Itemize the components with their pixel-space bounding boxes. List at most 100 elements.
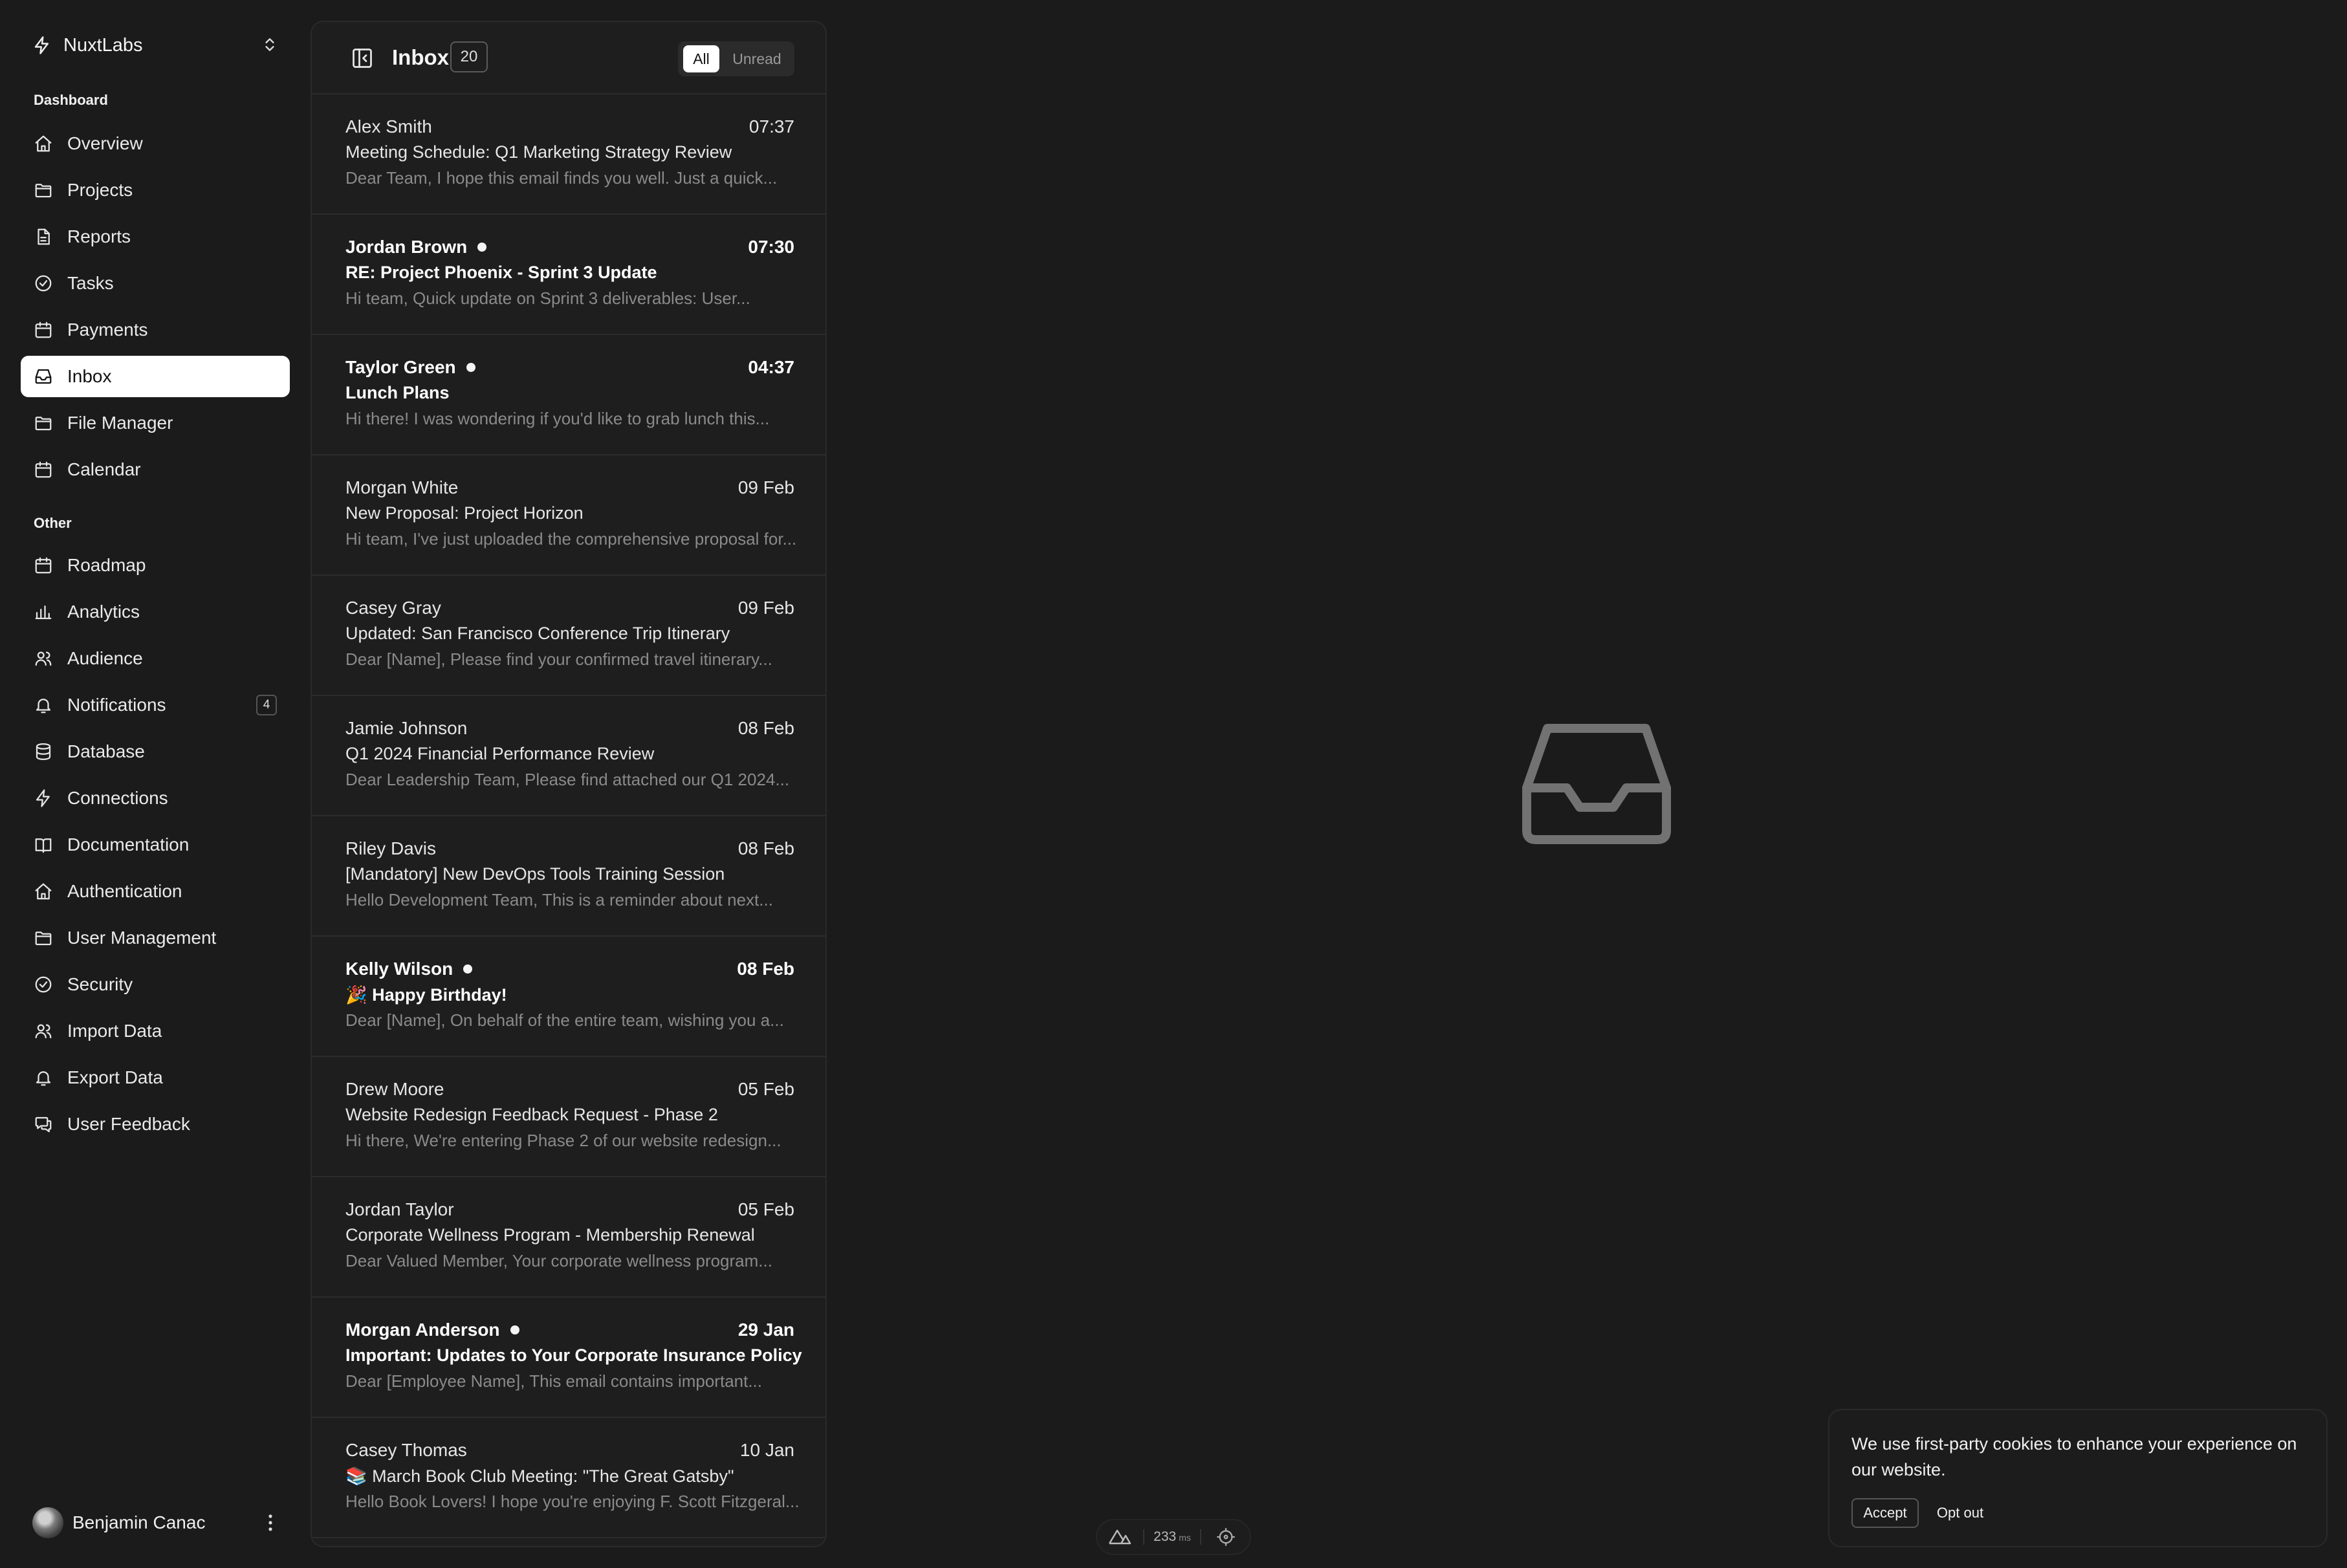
accept-button[interactable]: Accept (1851, 1498, 1919, 1528)
home-icon (35, 883, 52, 900)
render-time-unit: ms (1179, 1532, 1191, 1543)
sidebar-item-connections[interactable]: Connections (21, 778, 290, 819)
sidebar-item-analytics[interactable]: Analytics (21, 591, 290, 633)
user-menu-trigger[interactable]: Benjamin Canac (32, 1505, 278, 1541)
mail-subject: 📚 March Book Club Meeting: "The Great Ga… (345, 1466, 734, 1486)
users-icon (35, 651, 52, 666)
sidebar-item-label: Roadmap (67, 555, 146, 575)
sidebar-item-inbox[interactable]: Inbox (21, 356, 290, 397)
mail-list-item[interactable]: Jamie Johnson 08 Feb Q1 2024 Financial Per… (312, 696, 825, 816)
sidebar-item-authentication[interactable]: Authentication (21, 871, 290, 912)
sidebar-item-payments[interactable]: Payments (21, 309, 290, 351)
mail-sender-name: Casey Gray (345, 598, 441, 618)
sidebar-item-label: Calendar (67, 459, 141, 479)
mail-list-item[interactable]: Jordan Taylor 05 Feb Corporate Wellness Pr… (312, 1177, 825, 1298)
mail-list-item[interactable]: Kelly Wilson 08 Feb 🎉 Happy Birthday! Dear … (312, 937, 825, 1057)
tab-all[interactable]: All (683, 45, 719, 72)
folder-icon (35, 931, 52, 946)
sidebar-item-label: Database (67, 741, 145, 761)
nuxt-devtools-bar[interactable]: 233 ms (1096, 1519, 1251, 1555)
mail-sender-name: Jordan Brown (345, 237, 468, 257)
group-label-dashboard: Dashboard (34, 92, 108, 108)
book-icon (35, 838, 52, 853)
sidebar-item-audience[interactable]: Audience (21, 638, 290, 679)
sidebar-item-label: Overview (67, 133, 143, 153)
sidebar-item-label: Reports (67, 226, 131, 246)
sidebar-item-security[interactable]: Security (21, 964, 290, 1005)
mail-list-item[interactable]: Morgan White 09 Feb New Proposal: Project … (312, 455, 825, 576)
mail-sender-name: Jordan Taylor (345, 1199, 454, 1219)
crosshair-icon[interactable] (1216, 1528, 1235, 1546)
sidebar-item-user-feedback[interactable]: User Feedback (21, 1104, 290, 1145)
mail-list-item[interactable]: Drew Moore 05 Feb Website Redesign Feedbac… (312, 1057, 825, 1177)
mail-sender: Casey Thomas (345, 1440, 467, 1461)
mail-sender: Drew Moore (345, 1079, 444, 1100)
mail-subject: RE: Project Phoenix - Sprint 3 Update (345, 263, 657, 282)
mail-list-item[interactable]: Casey Thomas 10 Jan 📚 March Book Club Meet… (312, 1418, 825, 1538)
sidebar-item-documentation[interactable]: Documentation (21, 824, 290, 866)
sidebar-item-export-data[interactable]: Export Data (21, 1057, 290, 1098)
inbox-icon (1522, 724, 1671, 844)
mail-date: 05 Feb (737, 1079, 794, 1099)
inbox-count-badge: 20 (450, 41, 488, 72)
sidebar-item-label: Documentation (67, 834, 190, 855)
folder-icon (35, 417, 52, 431)
mail-list-item[interactable]: Alex Smith 07:37 Meeting Schedule: Q1 Mark… (312, 94, 825, 215)
sidebar-item-file-manager[interactable]: File Manager (21, 402, 290, 444)
mail-preview: Hi team, Quick update on Sprint 3 delive… (345, 289, 750, 308)
tab-unread[interactable]: Unread (725, 45, 789, 72)
calendar-icon (35, 461, 52, 478)
calendar-icon (35, 321, 52, 338)
home-icon (35, 135, 52, 152)
group-label-other: Other (34, 515, 72, 531)
sidebar-item-database[interactable]: Database (21, 731, 290, 772)
sidebar-item-label: Export Data (67, 1067, 163, 1087)
opt-out-button[interactable]: Opt out (1928, 1498, 1992, 1528)
mail-sender: Casey Gray (345, 598, 441, 618)
mail-date: 07:30 (748, 237, 794, 257)
inbox-icon (35, 369, 52, 384)
mail-list-item[interactable]: Casey Gray 09 Feb Updated: San Francisco C… (312, 576, 825, 696)
sidebar-item-overview[interactable]: Overview (21, 123, 290, 164)
mail-list-item[interactable]: Riley Davis 08 Feb [Mandatory] New DevOps … (312, 816, 825, 937)
mail-preview: Hi there, We're entering Phase 2 of our … (345, 1131, 781, 1150)
mail-list-item[interactable]: Jordan Brown 07:30 RE: Project Phoenix - S… (312, 215, 825, 335)
mail-date: 29 Jan (737, 1320, 794, 1340)
chat-icon (35, 1116, 52, 1133)
sidebar-item-reports[interactable]: Reports (21, 216, 290, 257)
mail-sender-name: Taylor Green (345, 357, 456, 377)
mail-preview: Hello Development Team, This is a remind… (345, 890, 773, 909)
mail-subject: Meeting Schedule: Q1 Marketing Strategy … (345, 142, 732, 162)
bolt-icon (36, 789, 50, 807)
more-vertical-icon[interactable] (263, 1510, 278, 1536)
mail-list-item[interactable]: Morgan Anderson 29 Jan Important: Updates … (312, 1298, 825, 1418)
sidebar-item-user-management[interactable]: User Management (21, 917, 290, 959)
panel-collapse-icon[interactable] (351, 47, 374, 70)
check-circle-icon (35, 275, 52, 292)
inbox-panel: Inbox 20 All Unread Alex Smith 07:37 Meeti… (311, 21, 827, 1547)
mail-preview: Dear Team, I hope this email finds you w… (345, 168, 778, 188)
sidebar-item-import-data[interactable]: Import Data (21, 1010, 290, 1052)
mail-subject: Lunch Plans (345, 383, 450, 402)
sidebar-item-tasks[interactable]: Tasks (21, 263, 290, 304)
mail-date: 05 Feb (737, 1199, 794, 1219)
sidebar-item-projects[interactable]: Projects (21, 169, 290, 211)
mail-list-item[interactable]: Taylor Green 04:37 Lunch Plans Hi there! I … (312, 335, 825, 455)
mail-preview: Hi there! I was wondering if you'd like … (345, 409, 770, 428)
mail-preview: Dear Leadership Team, Please find attach… (345, 770, 790, 789)
sidebar-item-roadmap[interactable]: Roadmap (21, 545, 290, 586)
mail-subject: Important: Updates to Your Corporate Ins… (345, 1345, 802, 1365)
cookie-message: We use first-party cookies to enhance yo… (1851, 1434, 2297, 1479)
mail-sender: Jamie Johnson (345, 718, 467, 739)
sidebar-item-notifications[interactable]: Notifications 4 (21, 684, 290, 726)
nuxt-logo-icon[interactable] (1108, 1529, 1131, 1545)
mail-date: 10 Jan (739, 1440, 794, 1460)
render-time-value: 233 (1153, 1529, 1177, 1544)
sidebar-item-calendar[interactable]: Calendar (21, 449, 290, 490)
team-switcher[interactable]: NuxtLabs (32, 32, 278, 58)
mail-preview: Hi team, I've just uploaded the comprehe… (345, 529, 797, 549)
avatar (32, 1507, 63, 1538)
file-icon (38, 228, 50, 245)
mail-date: 09 Feb (737, 477, 794, 497)
mail-sender: Taylor Green (345, 357, 475, 378)
